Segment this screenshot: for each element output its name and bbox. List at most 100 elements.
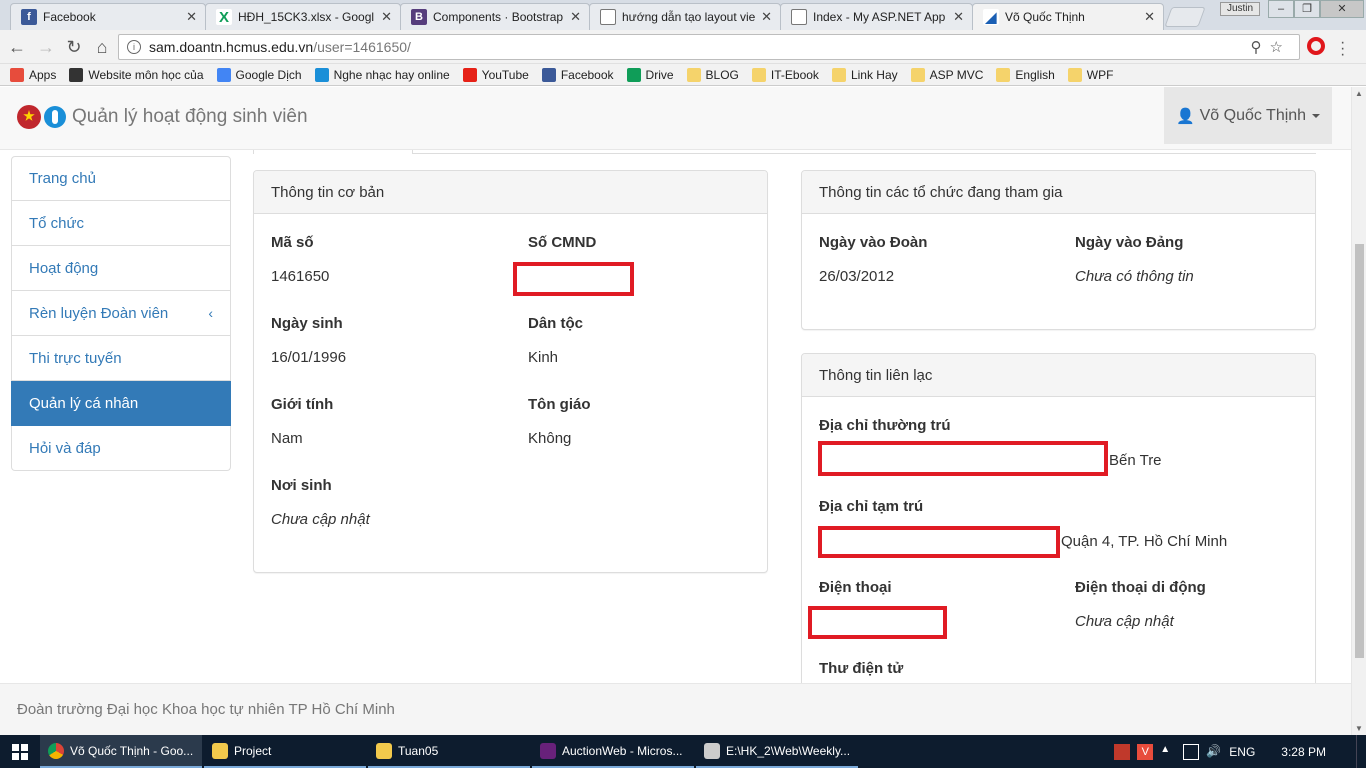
sidebar-item-label: Hỏi và đáp [29, 439, 101, 457]
sidebar-item-ren-luyen[interactable]: Rèn luyện Đoàn viên ‹ [11, 291, 231, 336]
bookmark-icon [751, 67, 766, 82]
unikey-icon[interactable] [1114, 743, 1131, 760]
browser-tab[interactable]: Index - My ASP.NET App ✕ [780, 3, 973, 30]
bookmark-label: ASP MVC [929, 67, 984, 82]
address-bar[interactable]: i sam.doantn.hcmus.edu.vn/user=1461650/ … [118, 34, 1300, 60]
field-value: Kinh [528, 349, 559, 366]
tab-title: Components · Bootstrap [433, 10, 564, 24]
clock[interactable]: 3:28 PM [1281, 745, 1326, 759]
close-icon[interactable]: ✕ [1144, 9, 1155, 25]
show-desktop-button[interactable] [1356, 735, 1366, 768]
brand[interactable]: Quản lý hoạt động sinh viên [17, 105, 308, 129]
browser-tab[interactable]: hướng dẫn tạo layout vie ✕ [589, 3, 781, 30]
bookmark-icon [216, 67, 231, 82]
taskbar-item-tuan05[interactable]: Tuan05 [368, 735, 530, 768]
page-scrollbar[interactable]: ▲ ▼ [1351, 87, 1366, 735]
close-icon[interactable]: ✕ [381, 9, 392, 25]
menu-icon[interactable]: · · · [1340, 35, 1345, 63]
taskbar-item-project[interactable]: Project [204, 735, 366, 768]
browser-tab[interactable]: B Components · Bootstrap ✕ [400, 3, 590, 30]
new-tab-button[interactable] [1164, 7, 1206, 27]
v-icon[interactable]: V [1137, 743, 1154, 760]
back-icon[interactable]: ← [7, 37, 27, 57]
star-icon[interactable]: ☆ [1270, 39, 1291, 56]
browser-tab-strip: f Facebook ✕ X HĐH_15CK3.xlsx - Googl ✕ … [0, 0, 1366, 30]
bookmark-icon [996, 67, 1011, 82]
bookmark-item[interactable]: Facebook [541, 67, 614, 82]
network-icon[interactable] [1183, 743, 1200, 760]
bookmark-item[interactable]: Drive [626, 67, 674, 82]
scroll-thumb[interactable] [1355, 244, 1364, 658]
tab-active[interactable] [253, 150, 413, 154]
search-icon[interactable]: ⚲ [1251, 39, 1270, 56]
close-icon[interactable]: ✕ [953, 9, 964, 25]
field-label: Địa chỉ thường trú [819, 417, 951, 434]
home-icon[interactable]: ⌂ [92, 37, 112, 57]
sidebar-item-to-chuc[interactable]: Tổ chức [11, 201, 231, 246]
maximize-icon[interactable]: ❐ [1294, 0, 1320, 18]
tab-title: Võ Quốc Thịnh [1005, 10, 1085, 24]
sidebar-item-quan-ly-ca-nhan[interactable]: Quản lý cá nhân [11, 381, 231, 426]
field-value: Bến Tre [1109, 452, 1162, 469]
sidebar-item-hoi-dap[interactable]: Hỏi và đáp [11, 426, 231, 471]
taskbar-item-explorer[interactable]: E:\HK_2\Web\Weekly... [696, 735, 858, 768]
bookmark-item[interactable]: Apps [10, 67, 56, 82]
bookmark-item[interactable]: Website môn học của [69, 67, 204, 82]
field-label: Dân tộc [528, 315, 584, 332]
close-icon[interactable]: ✕ [186, 9, 197, 25]
field-label: Tôn giáo [528, 396, 591, 413]
facebook-icon: f [21, 9, 37, 25]
redaction-box [818, 526, 1060, 558]
bookmark-item[interactable]: English [996, 67, 1055, 82]
opera-icon[interactable] [1307, 37, 1325, 55]
bookmark-item[interactable]: ASP MVC [910, 67, 984, 82]
bookmark-icon [910, 67, 925, 82]
close-icon[interactable]: ✕ [570, 9, 581, 25]
footer-text: Đoàn trường Đại học Khoa học tự nhiên TP… [17, 701, 395, 718]
doan-icon: ◢ [983, 9, 999, 25]
volume-icon[interactable]: 🔊 [1206, 744, 1222, 760]
profile-button[interactable]: Justin [1220, 2, 1260, 16]
chevron-up-icon[interactable]: ▲ [1160, 744, 1176, 760]
bookmark-icon [541, 67, 556, 82]
bookmark-item[interactable]: WPF [1067, 67, 1113, 82]
folder-icon [212, 742, 228, 759]
field-label: Mã số [271, 234, 314, 251]
taskbar-item-chrome[interactable]: Võ Quốc Thịnh - Goo... [40, 735, 202, 768]
cmnd-field: Số CMND [528, 234, 596, 251]
taskbar-item-visual-studio[interactable]: AuctionWeb - Micros... [532, 735, 694, 768]
panel-heading: Thông tin liên lạc [802, 354, 1315, 397]
sidebar-item-hoat-dong[interactable]: Hoạt động [11, 246, 231, 291]
bookmark-icon [686, 67, 701, 82]
reload-icon[interactable]: ↻ [64, 37, 84, 57]
redaction-box [513, 262, 634, 296]
scroll-up-icon[interactable]: ▲ [1355, 89, 1363, 98]
bookmark-label: Website môn học của [88, 67, 204, 82]
forward-icon[interactable]: → [36, 37, 56, 57]
close-icon[interactable]: ✕ [761, 9, 772, 25]
language-indicator[interactable]: ENG [1229, 745, 1255, 759]
bookmark-item[interactable]: IT-Ebook [751, 67, 819, 82]
scroll-down-icon[interactable]: ▼ [1355, 724, 1363, 733]
bookmark-item[interactable]: Nghe nhạc hay online [314, 67, 450, 82]
bookmark-item[interactable]: YouTube [462, 67, 529, 82]
user-dropdown[interactable]: 👤 Võ Quốc Thịnh [1164, 87, 1332, 144]
minimize-icon[interactable]: – [1268, 0, 1294, 18]
sidebar-item-trang-chu[interactable]: Trang chủ [11, 156, 231, 201]
bookmark-item[interactable]: Link Hay [831, 67, 898, 82]
bookmark-item[interactable]: Google Dịch [216, 67, 302, 82]
brand-title: Quản lý hoạt động sinh viên [72, 106, 308, 127]
bookmark-icon [462, 67, 477, 82]
field-value: Chưa cập nhật [1075, 613, 1174, 630]
sidebar-menu: Trang chủ Tổ chức Hoạt động Rèn luyện Đo… [11, 156, 231, 471]
close-window-icon[interactable]: ✕ [1320, 0, 1364, 18]
browser-tab[interactable]: f Facebook ✕ [10, 3, 206, 30]
sidebar-item-thi-truc-tuyen[interactable]: Thi trực tuyến [11, 336, 231, 381]
browser-tab-active[interactable]: ◢ Võ Quốc Thịnh ✕ [972, 3, 1164, 30]
info-icon[interactable]: i [127, 40, 141, 54]
redaction-box [818, 441, 1108, 476]
browser-tab[interactable]: X HĐH_15CK3.xlsx - Googl ✕ [205, 3, 401, 30]
start-button[interactable] [0, 735, 40, 768]
di-dong-field: Điện thoại di động Chưa cập nhật [1075, 579, 1206, 630]
bookmark-item[interactable]: BLOG [686, 67, 739, 82]
